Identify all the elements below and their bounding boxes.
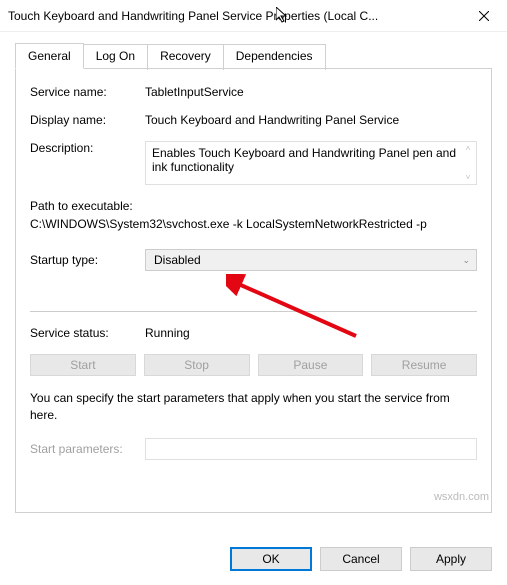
- stop-button: Stop: [144, 354, 250, 376]
- scroll-up-icon[interactable]: ˄: [462, 144, 474, 153]
- display-name-label: Display name:: [30, 113, 145, 127]
- start-button: Start: [30, 354, 136, 376]
- startup-type-dropdown[interactable]: Disabled ⌄: [145, 249, 477, 271]
- cancel-button[interactable]: Cancel: [320, 547, 402, 571]
- service-status-value: Running: [145, 326, 477, 340]
- chevron-down-icon: ⌄: [462, 255, 470, 266]
- apply-button[interactable]: Apply: [410, 547, 492, 571]
- tab-dependencies[interactable]: Dependencies: [224, 44, 326, 70]
- general-panel: Service name: TabletInputService Display…: [15, 68, 492, 513]
- tab-logon[interactable]: Log On: [84, 44, 148, 70]
- divider: [30, 311, 477, 312]
- dialog-footer: OK Cancel Apply: [0, 533, 507, 585]
- content-area: General Log On Recovery Dependencies Ser…: [0, 32, 507, 513]
- title-bar: Touch Keyboard and Handwriting Panel Ser…: [0, 0, 507, 32]
- description-text: Enables Touch Keyboard and Handwriting P…: [152, 146, 456, 174]
- close-button[interactable]: [461, 0, 507, 32]
- ok-button[interactable]: OK: [230, 547, 312, 571]
- start-parameters-input: [145, 438, 477, 460]
- parameters-note: You can specify the start parameters tha…: [30, 390, 477, 424]
- startup-type-label: Startup type:: [30, 253, 145, 267]
- display-name-value: Touch Keyboard and Handwriting Panel Ser…: [145, 113, 477, 127]
- resume-button: Resume: [371, 354, 477, 376]
- description-label: Description:: [30, 141, 145, 155]
- path-label: Path to executable:: [30, 199, 477, 213]
- tab-general[interactable]: General: [15, 43, 84, 69]
- description-scrollbar[interactable]: ˄ ˅: [462, 144, 474, 182]
- tab-strip: General Log On Recovery Dependencies: [15, 42, 492, 68]
- start-parameters-label: Start parameters:: [30, 442, 145, 456]
- pause-button: Pause: [258, 354, 364, 376]
- service-name-label: Service name:: [30, 85, 145, 99]
- startup-type-value: Disabled: [154, 253, 201, 267]
- close-icon: [479, 11, 489, 21]
- window-title: Touch Keyboard and Handwriting Panel Ser…: [8, 9, 461, 23]
- scroll-down-icon[interactable]: ˅: [462, 173, 474, 182]
- description-box[interactable]: Enables Touch Keyboard and Handwriting P…: [145, 141, 477, 185]
- path-value: C:\WINDOWS\System32\svchost.exe -k Local…: [30, 217, 477, 231]
- tab-recovery[interactable]: Recovery: [148, 44, 224, 70]
- service-name-value: TabletInputService: [145, 85, 477, 99]
- service-status-label: Service status:: [30, 326, 145, 340]
